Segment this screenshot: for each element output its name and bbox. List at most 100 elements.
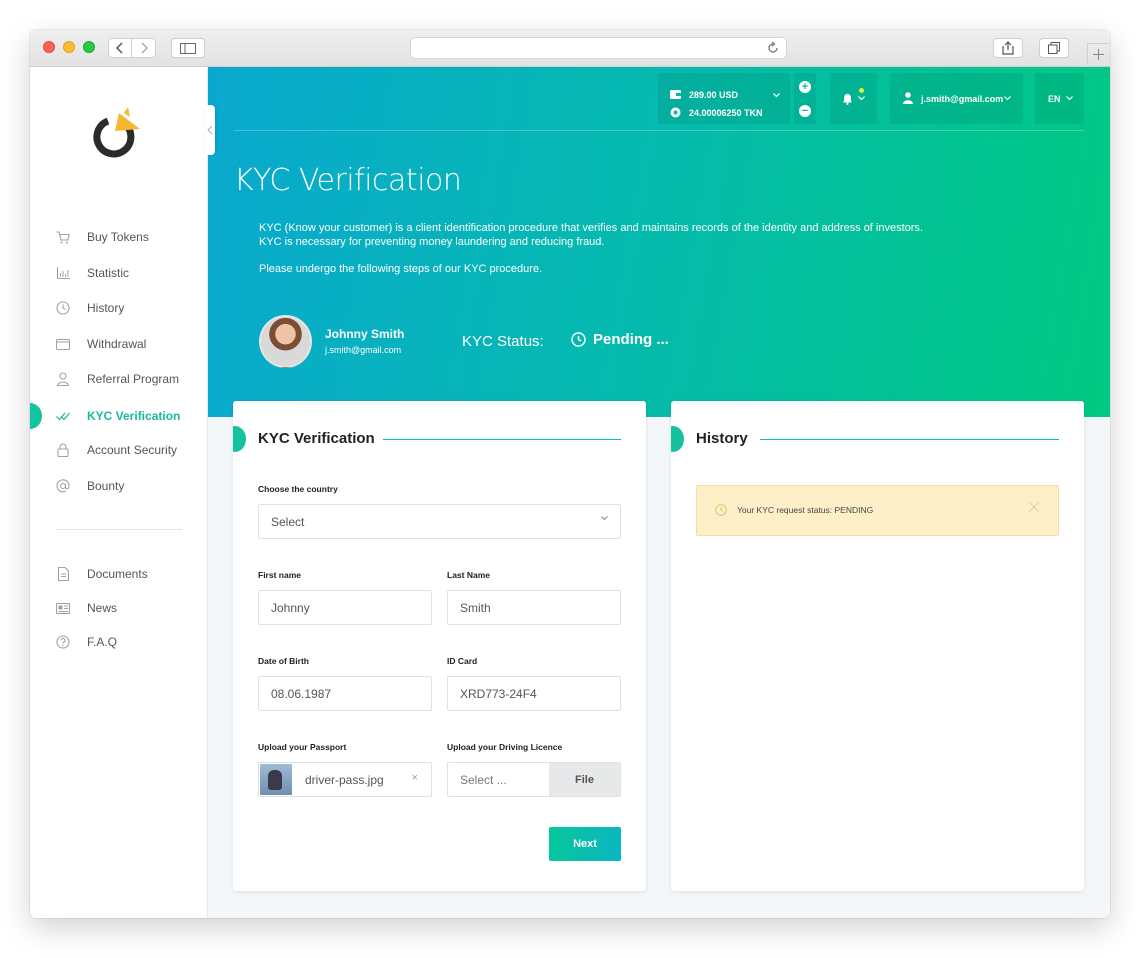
card-marker (233, 426, 246, 452)
bell-icon (843, 93, 852, 105)
topbar-divider (234, 130, 1084, 131)
sidebar-item-referral-program[interactable]: Referral Program (30, 368, 208, 390)
language-selector[interactable]: EN (1035, 73, 1084, 124)
forward-button[interactable] (132, 38, 156, 58)
sidebar-item-label: Withdrawal (87, 337, 147, 351)
sidebar-item-label: F.A.Q (87, 635, 118, 649)
browser-titlebar (30, 30, 1110, 67)
sidebar-item-kyc-verification[interactable]: KYC Verification (30, 403, 208, 429)
kyc-status-value: Pending ... (593, 331, 669, 348)
kyc-status-badge: Pending ... (571, 331, 669, 348)
passport-upload[interactable]: driver-pass.jpg × (258, 762, 432, 797)
chevron-left-icon (116, 42, 123, 54)
sidebar-item-label: Referral Program (87, 372, 180, 386)
sidebar-item-label: Bounty (87, 479, 125, 493)
sidebar-item-label: History (87, 301, 125, 315)
wallet-icon (56, 337, 70, 351)
add-funds-button[interactable]: + (799, 81, 811, 93)
browser-sidebar-toggle[interactable] (171, 38, 205, 58)
back-button[interactable] (108, 38, 132, 58)
country-select[interactable]: Select (258, 504, 621, 539)
dob-value: 08.06.1987 (271, 686, 332, 701)
sidebar-item-label: KYC Verification (87, 409, 181, 423)
maximize-window-button[interactable] (83, 41, 95, 53)
dob-field[interactable]: 08.06.1987 (258, 676, 432, 711)
app: Buy Tokens Statistic History Withdrawal … (30, 67, 1110, 918)
last-name-field[interactable]: Smith (447, 590, 621, 625)
clock-icon (56, 301, 70, 315)
country-label: Choose the country (258, 484, 338, 494)
next-button[interactable]: Next (549, 827, 621, 861)
history-title: History (696, 430, 748, 447)
cart-icon (56, 230, 70, 244)
notifications-button[interactable] (830, 73, 877, 124)
address-bar[interactable] (410, 37, 787, 59)
sidebar-item-faq[interactable]: F.A.Q (30, 631, 208, 653)
remove-file-button[interactable]: × (412, 772, 418, 784)
id-card-value: XRD773-24F4 (460, 686, 537, 701)
kyc-form-card: KYC Verification Choose the country Sele… (233, 401, 646, 891)
id-card-field[interactable]: XRD773-24F4 (447, 676, 621, 711)
double-check-icon (56, 409, 70, 423)
active-indicator (30, 403, 42, 429)
kyc-form-title: KYC Verification (258, 430, 375, 447)
balance-usd: 289.00 USD (689, 89, 739, 100)
tabs-overview-button[interactable] (1039, 38, 1069, 58)
remove-funds-button[interactable]: − (799, 105, 811, 117)
sidebar-item-news[interactable]: News (30, 597, 208, 619)
chevron-down-icon (601, 516, 608, 521)
at-icon (56, 479, 70, 493)
licence-label: Upload your Driving Licence (447, 742, 563, 752)
plus-icon (1093, 49, 1104, 60)
sidebar-item-history[interactable]: History (30, 297, 208, 319)
sidebar-item-account-security[interactable]: Account Security (30, 439, 208, 461)
clock-icon (571, 332, 586, 347)
close-icon[interactable] (1028, 501, 1040, 513)
tabs-icon (1048, 42, 1060, 54)
passport-file-name: driver-pass.jpg (305, 773, 384, 787)
share-button[interactable] (993, 38, 1023, 58)
intro-text-line2: KYC is necessary for preventing money la… (259, 236, 605, 248)
new-tab-button[interactable] (1087, 43, 1109, 65)
kyc-status-label: KYC Status: (462, 333, 544, 350)
sidebar-item-withdrawal[interactable]: Withdrawal (30, 333, 208, 355)
sidebar-item-bounty[interactable]: Bounty (30, 475, 208, 497)
chevron-down-icon (858, 96, 865, 101)
hero-banner: 289.00 USD 24.00006250 TKN + − j.smith@g… (208, 67, 1110, 417)
balance-dropdown[interactable]: 289.00 USD 24.00006250 TKN (658, 73, 790, 124)
news-icon (56, 601, 70, 615)
reload-icon[interactable] (766, 41, 780, 55)
sidebar-item-buy-tokens[interactable]: Buy Tokens (30, 226, 208, 248)
lock-icon (56, 443, 70, 457)
user-name: Johnny Smith (325, 327, 405, 341)
user-menu[interactable]: j.smith@gmail.com (890, 73, 1023, 124)
token-icon (670, 107, 681, 118)
sidebar-item-label: Statistic (87, 266, 130, 280)
sidebar-collapse-button[interactable] (205, 105, 215, 155)
balance-tkn-row: 24.00006250 TKN (670, 107, 763, 118)
chevron-down-icon (1066, 96, 1073, 101)
title-divider (383, 439, 621, 440)
chevron-down-icon (1004, 96, 1011, 101)
licence-placeholder: Select ... (460, 772, 507, 787)
first-name-value: Johnny (271, 600, 310, 615)
chevron-down-icon (773, 93, 780, 98)
user-icon (903, 92, 913, 104)
minimize-window-button[interactable] (63, 41, 75, 53)
notification-dot (859, 88, 864, 93)
balance-usd-row: 289.00 USD (670, 89, 738, 100)
history-card: History Your KYC request status: PENDING (671, 401, 1084, 891)
card-marker (671, 426, 684, 452)
file-browse-button[interactable]: File (549, 763, 620, 796)
close-window-button[interactable] (43, 41, 55, 53)
dob-label: Date of Birth (258, 656, 309, 666)
sidebar-item-statistic[interactable]: Statistic (30, 262, 208, 284)
sidebar-item-documents[interactable]: Documents (30, 563, 208, 585)
intro-text-line3: Please undergo the following steps of ou… (259, 263, 543, 275)
avatar (259, 315, 312, 368)
last-name-value: Smith (460, 600, 491, 615)
first-name-label: First name (258, 570, 301, 580)
first-name-field[interactable]: Johnny (258, 590, 432, 625)
sidebar-item-label: Buy Tokens (87, 230, 149, 244)
licence-upload[interactable]: Select ... File (447, 762, 621, 797)
